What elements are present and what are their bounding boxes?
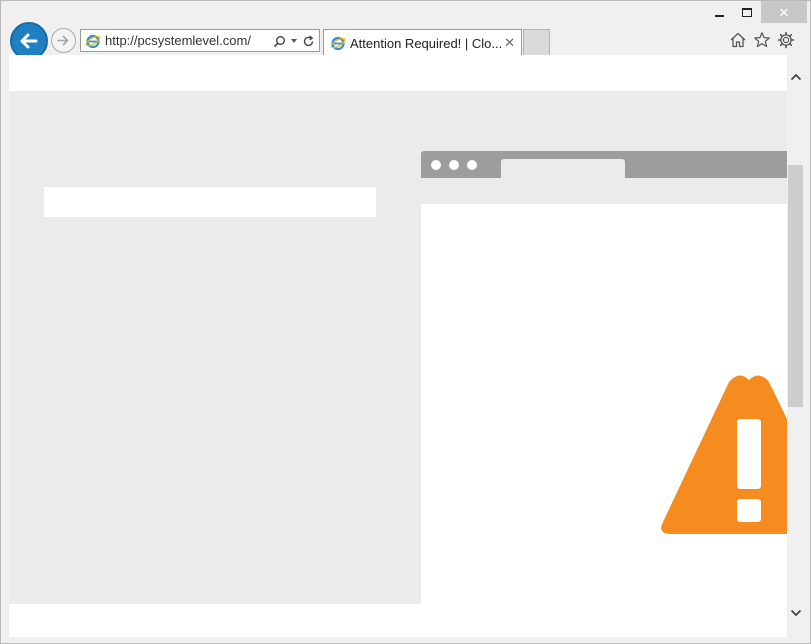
close-window-button[interactable]: ✕ — [761, 1, 807, 23]
refresh-icon[interactable] — [302, 35, 315, 48]
browser-illustration — [421, 151, 787, 637]
search-dropdown-icon[interactable] — [291, 39, 297, 43]
forward-arrow-icon — [57, 35, 69, 46]
minimize-button[interactable] — [705, 1, 733, 23]
scroll-thumb[interactable] — [788, 165, 803, 407]
ie-tab-icon — [330, 36, 346, 51]
maximize-button[interactable] — [733, 1, 761, 23]
chevron-up-icon — [790, 73, 801, 81]
scroll-down-button[interactable] — [787, 603, 804, 623]
tab-title: Attention Required! | Clo... — [350, 35, 503, 51]
illustration-toolbar — [421, 178, 787, 204]
minimize-icon — [714, 15, 724, 17]
browser-window: ✕ http://pcsystemlevel.com/ Attention Re… — [0, 0, 811, 644]
gear-icon[interactable] — [777, 31, 795, 49]
illustration-body — [421, 204, 787, 637]
address-tools — [273, 32, 315, 50]
new-tab-button[interactable] — [523, 29, 550, 55]
scroll-up-button[interactable] — [787, 67, 804, 87]
url-text[interactable]: http://pcsystemlevel.com/ — [105, 33, 251, 48]
placeholder-box — [44, 187, 376, 217]
search-icon[interactable] — [273, 35, 286, 48]
command-icons — [729, 31, 795, 49]
maximize-icon — [742, 7, 752, 17]
vertical-scrollbar[interactable] — [787, 55, 804, 637]
illustration-tab — [501, 159, 625, 178]
address-bar[interactable]: http://pcsystemlevel.com/ — [80, 29, 320, 52]
warning-triangle-icon — [661, 375, 787, 534]
forward-button[interactable] — [51, 28, 76, 53]
tab-close-icon[interactable]: ✕ — [504, 35, 515, 51]
star-icon[interactable] — [753, 31, 771, 49]
back-arrow-icon — [20, 33, 38, 49]
home-icon[interactable] — [729, 31, 747, 49]
tab-attention-required[interactable]: Attention Required! | Clo... ✕ — [323, 29, 522, 56]
ie-page-icon — [85, 34, 101, 48]
illustration-header — [421, 151, 787, 178]
chevron-down-icon — [790, 609, 801, 617]
page-viewport — [9, 55, 787, 637]
illustration-dot — [431, 160, 441, 170]
close-icon: ✕ — [778, 4, 790, 20]
illustration-dot — [449, 160, 459, 170]
illustration-dot — [467, 160, 477, 170]
